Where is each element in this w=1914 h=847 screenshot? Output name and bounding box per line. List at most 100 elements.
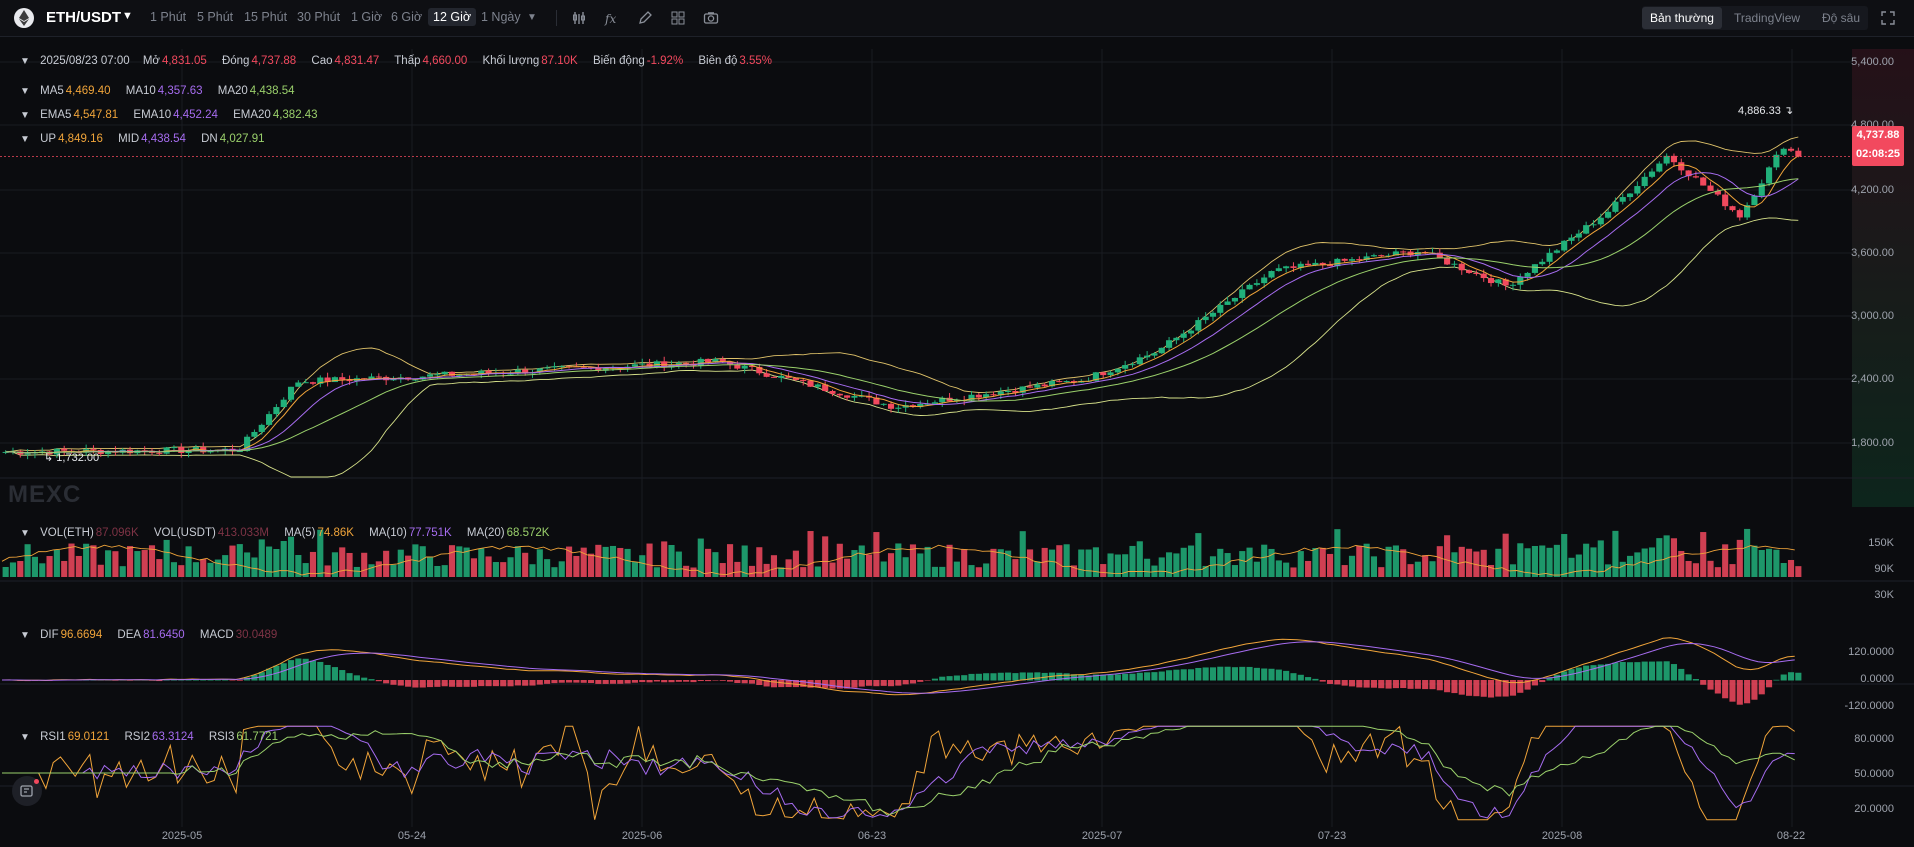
- volume-bar: [68, 543, 75, 577]
- volume-bar: [185, 546, 192, 577]
- candle-body: [1787, 148, 1795, 151]
- macd-histogram-bar: [309, 660, 317, 681]
- volume-bar: [1414, 561, 1421, 577]
- collapse-icon[interactable]: ▼: [20, 86, 30, 97]
- view-standard-button[interactable]: Bản thường: [1642, 7, 1722, 29]
- macd-histogram-bar: [829, 680, 836, 689]
- collapse-icon[interactable]: ▼: [20, 134, 30, 145]
- macd-histogram-bar: [331, 667, 338, 681]
- volume-bar: [1561, 534, 1568, 577]
- macd-histogram-bar: [1744, 680, 1751, 704]
- volume-bar: [1261, 544, 1268, 577]
- volume-bar: [1495, 548, 1502, 577]
- volume-bar: [61, 560, 68, 577]
- volume-bar: [368, 564, 375, 577]
- view-tradingview-button[interactable]: TradingView: [1734, 11, 1800, 25]
- candle-body: [1575, 233, 1582, 238]
- volume-bar: [1034, 561, 1041, 577]
- timeframe-1d[interactable]: 1 Ngày: [481, 10, 521, 24]
- camera-screenshot-icon[interactable]: [703, 10, 719, 26]
- timeframe-15m[interactable]: 15 Phút: [244, 10, 287, 24]
- candle-body: [1590, 224, 1597, 226]
- candle-body: [375, 376, 382, 378]
- candle-body: [990, 394, 997, 396]
- symbol-dropdown-icon[interactable]: ▼: [122, 10, 133, 22]
- volume-bar: [1144, 558, 1151, 577]
- volume-bar: [1180, 547, 1187, 577]
- timeframe-30m[interactable]: 30 Phút: [297, 10, 340, 24]
- volume-bar: [273, 548, 280, 577]
- volume-bar: [1012, 559, 1019, 577]
- timeframe-1m[interactable]: 1 Phút: [150, 10, 186, 24]
- volume-bar: [675, 551, 682, 577]
- date-tick: 06-23: [857, 830, 887, 842]
- volume-bar: [500, 562, 507, 577]
- candle-body: [851, 395, 858, 398]
- volume-bar: [983, 563, 990, 577]
- timeframe-5m[interactable]: 5 Phút: [197, 10, 233, 24]
- volume-bar: [1773, 549, 1780, 577]
- function-fx-icon[interactable]: fx: [604, 10, 620, 26]
- macd-histogram-bar: [1356, 680, 1363, 688]
- volume-bar: [1590, 547, 1597, 577]
- timeframe-dropdown-icon[interactable]: ▼: [527, 12, 537, 23]
- macd-histogram-bar: [522, 680, 529, 686]
- macd-histogram-bar: [697, 680, 704, 682]
- candle-body: [280, 399, 287, 408]
- macd-histogram-bar: [1751, 680, 1758, 700]
- candle-body: [1641, 176, 1648, 187]
- view-depth-button[interactable]: Độ sâu: [1822, 11, 1860, 25]
- macd-histogram-bar: [873, 680, 880, 687]
- candle-body: [1370, 255, 1378, 257]
- fullscreen-icon[interactable]: [1880, 10, 1896, 26]
- volume-bar: [646, 543, 653, 577]
- volume-bar: [448, 545, 456, 577]
- timeframe-12h[interactable]: 12 Giờ: [428, 8, 477, 26]
- macd-histogram-bar: [1034, 672, 1041, 681]
- macd-histogram-bar: [1224, 666, 1231, 681]
- symbol-title[interactable]: ETH/USDT: [46, 9, 121, 26]
- volume-bar: [1766, 548, 1773, 577]
- volume-bar: [470, 558, 478, 577]
- macd-histogram-bar: [1656, 661, 1663, 681]
- collapse-icon[interactable]: ▼: [20, 630, 30, 641]
- volume-bar: [426, 557, 434, 577]
- macd-histogram-bar: [1458, 680, 1465, 695]
- collapse-icon[interactable]: ▼: [20, 528, 30, 539]
- volume-bar: [17, 560, 24, 577]
- macd-histogram-bar: [339, 670, 346, 681]
- candle-body: [1619, 197, 1626, 202]
- macd-histogram-bar: [1187, 669, 1195, 681]
- volume-bar: [1305, 560, 1312, 577]
- layout-grid-icon[interactable]: [670, 10, 686, 26]
- macd-histogram-bar: [705, 680, 712, 682]
- collapse-icon[interactable]: ▼: [20, 732, 30, 743]
- macd-histogram-bar: [726, 680, 734, 682]
- draw-pencil-icon[interactable]: [637, 10, 653, 26]
- macd-histogram-bar: [463, 680, 470, 687]
- macd-histogram-bar: [909, 680, 917, 684]
- volume-bar: [170, 562, 178, 577]
- macd-histogram-bar: [1780, 674, 1787, 681]
- macd-histogram-bar: [1414, 680, 1421, 689]
- volume-bar: [1429, 561, 1436, 577]
- indicator-candles-icon[interactable]: [571, 10, 587, 26]
- macd-histogram-bar: [1334, 680, 1341, 685]
- candle-body: [1495, 279, 1502, 284]
- volume-bar: [419, 546, 426, 577]
- volume-bar: [31, 556, 38, 577]
- countdown-timer: 02:08:25: [1855, 148, 1901, 160]
- floating-tools-button[interactable]: [12, 776, 42, 806]
- price-tick: 5,400.00: [1851, 56, 1894, 68]
- timeframe-6h[interactable]: 6 Giờ: [391, 10, 422, 24]
- macd-histogram-bar: [397, 680, 404, 686]
- collapse-icon[interactable]: ▼: [20, 110, 30, 121]
- timeframe-1h[interactable]: 1 Giờ: [351, 10, 382, 24]
- macd-histogram-bar: [529, 680, 536, 686]
- volume-bar: [1619, 561, 1626, 577]
- macd-histogram-bar: [448, 680, 456, 687]
- kline-chart[interactable]: [0, 37, 1914, 847]
- collapse-icon[interactable]: ▼: [20, 56, 30, 67]
- volume-bar: [353, 566, 360, 577]
- volume-bar: [558, 561, 565, 577]
